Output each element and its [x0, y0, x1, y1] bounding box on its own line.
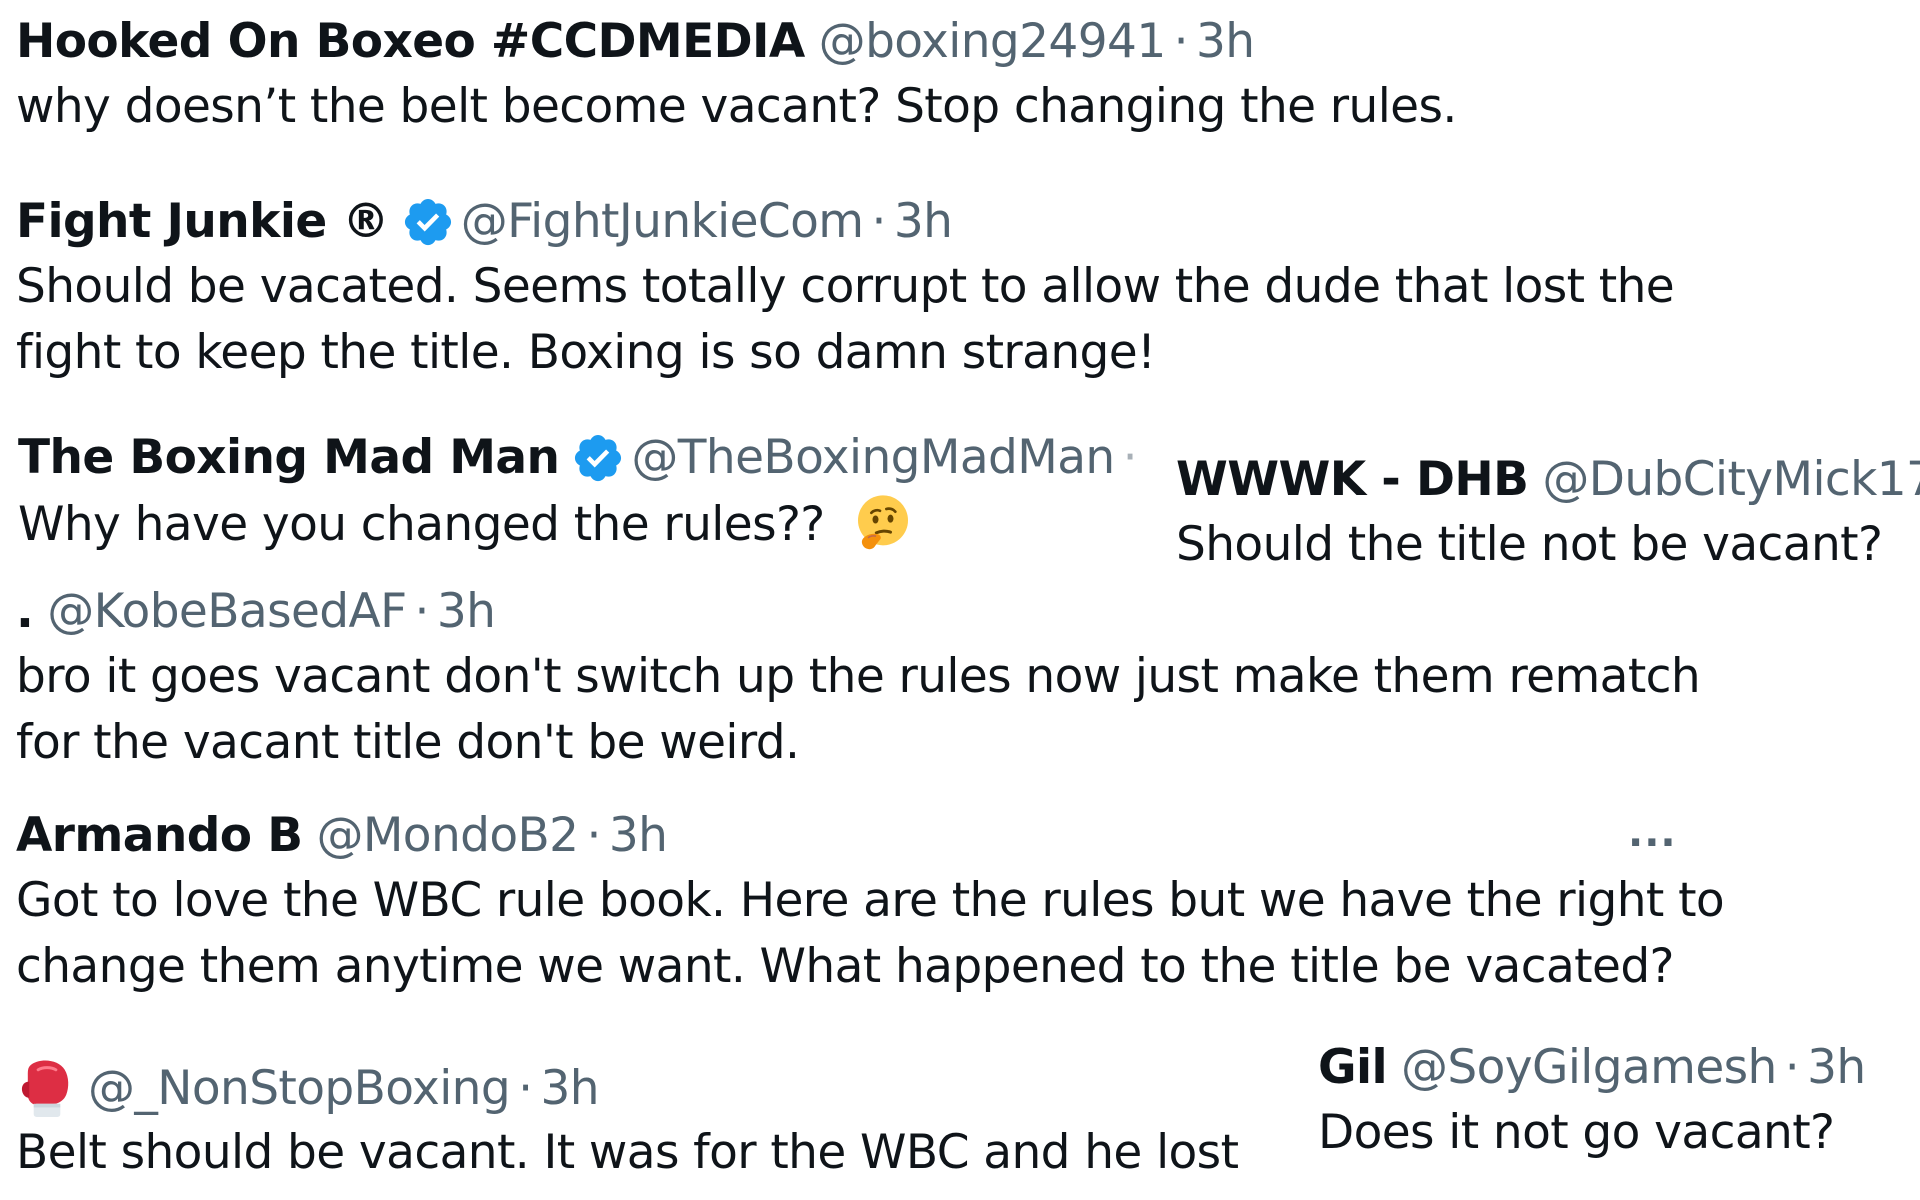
post-header: The Boxing Mad Man @TheBoxingMadMan · [18, 430, 1138, 486]
reply-post[interactable]: Hooked On Boxeo #CCDMEDIA @boxing24941 ·… [16, 14, 1457, 140]
post-text: Should the title not be vacant? [1176, 512, 1920, 578]
separator-dot: · [518, 1061, 533, 1116]
timestamp[interactable]: 3h [609, 808, 668, 864]
separator-dot: · [1122, 430, 1138, 485]
post-text-line: fight to keep the title. Boxing is so da… [16, 325, 1156, 380]
post-header: Fight Junkie ® @FightJunkieCom · 3h [16, 194, 1674, 250]
timestamp[interactable]: 3h [540, 1061, 599, 1117]
post-header: Hooked On Boxeo #CCDMEDIA @boxing24941 ·… [16, 14, 1457, 70]
display-name[interactable]: WWWK - DHB [1176, 452, 1529, 508]
user-handle[interactable]: @KobeBasedAF [47, 584, 407, 640]
reply-post[interactable]: WWWK - DHB @DubCityMick17 Should the tit… [1176, 452, 1920, 578]
post-text-line: why doesn’t the belt become vacant? Stop… [16, 79, 1457, 134]
reply-post[interactable]: Fight Junkie ® @FightJunkieCom · 3h Shou… [16, 194, 1675, 386]
post-text-line: for the vacant title don't be weird. [16, 715, 800, 770]
post-text: bro it goes vacant don't switch up the r… [16, 644, 1701, 776]
post-header: Gil @SoyGilgamesh · 3h [1318, 1040, 1866, 1096]
post-text-line: change them anytime we want. What happen… [16, 939, 1675, 994]
user-handle[interactable]: @boxing24941 [819, 14, 1167, 70]
more-options-icon[interactable]: ··· [1628, 820, 1677, 866]
post-text-line: Got to love the WBC rule book. Here are … [16, 873, 1725, 928]
post-header: @_NonStopBoxing · 3h [20, 1058, 1238, 1120]
post-text-line: Should the title not be vacant? [1176, 517, 1883, 572]
separator-dot: · [1173, 14, 1189, 69]
post-header: Armando B @MondoB2 · 3h [16, 808, 1724, 864]
post-text: Got to love the WBC rule book. Here are … [16, 868, 1725, 1000]
separator-dot: · [414, 584, 430, 639]
timestamp[interactable]: 3h [894, 194, 953, 250]
boxing-glove-icon [21, 1060, 69, 1118]
reply-post[interactable]: The Boxing Mad Man @TheBoxingMadMan · Wh… [18, 430, 1138, 558]
thinking-face-icon [858, 495, 908, 550]
timestamp[interactable]: 3h [1196, 14, 1255, 70]
post-text: Does it not go vacant? [1318, 1100, 1866, 1166]
post-text: Should be vacated. Seems totally corrupt… [16, 254, 1675, 386]
post-text: Why have you changed the rules?? [18, 492, 1137, 558]
timestamp[interactable]: 3h [1807, 1040, 1866, 1096]
separator-dot: · [586, 808, 601, 863]
post-text-line: bro it goes vacant don't switch up the r… [16, 649, 1701, 704]
post-text-line: Does it not go vacant? [1318, 1105, 1835, 1160]
display-name[interactable]: . [16, 584, 34, 640]
separator-dot: · [871, 194, 886, 249]
post-text-line: Why have you changed the rules?? [18, 497, 825, 552]
timestamp[interactable]: 3h [437, 584, 496, 640]
post-text: Belt should be vacant. It was for the WB… [16, 1120, 1239, 1186]
display-name[interactable]: The Boxing Mad Man [18, 430, 560, 486]
separator-dot: · [1784, 1040, 1800, 1095]
user-handle[interactable]: @SoyGilgamesh [1401, 1040, 1777, 1096]
display-name[interactable]: Fight Junkie ® [16, 194, 389, 250]
display-name[interactable]: Hooked On Boxeo #CCDMEDIA [16, 14, 805, 70]
reply-post[interactable]: @_NonStopBoxing · 3h Belt should be vaca… [16, 1058, 1239, 1186]
reply-post[interactable]: Armando B @MondoB2 · 3h Got to love the … [16, 808, 1725, 1000]
post-text-line: Belt should be vacant. It was for the WB… [16, 1125, 1239, 1180]
reply-post[interactable]: . @KobeBasedAF · 3h bro it goes vacant d… [16, 584, 1701, 776]
verified-badge-icon [575, 434, 622, 482]
user-handle[interactable]: @FightJunkieCom [461, 194, 864, 250]
post-text-line: Should be vacated. Seems totally corrupt… [16, 259, 1675, 314]
post-header: . @KobeBasedAF · 3h [16, 584, 1700, 640]
user-handle[interactable]: @TheBoxingMadMan [631, 430, 1115, 486]
user-handle[interactable]: @_NonStopBoxing [88, 1061, 511, 1117]
reply-post[interactable]: Gil @SoyGilgamesh · 3h Does it not go va… [1318, 1040, 1866, 1166]
post-header: WWWK - DHB @DubCityMick17 [1176, 452, 1920, 508]
display-name[interactable]: Gil [1318, 1040, 1388, 1096]
post-text: why doesn’t the belt become vacant? Stop… [16, 74, 1457, 140]
display-name[interactable]: Armando B [16, 808, 303, 864]
verified-badge-icon [404, 198, 451, 246]
user-handle[interactable]: @MondoB2 [316, 808, 579, 864]
user-handle[interactable]: @DubCityMick17 [1542, 452, 1920, 508]
